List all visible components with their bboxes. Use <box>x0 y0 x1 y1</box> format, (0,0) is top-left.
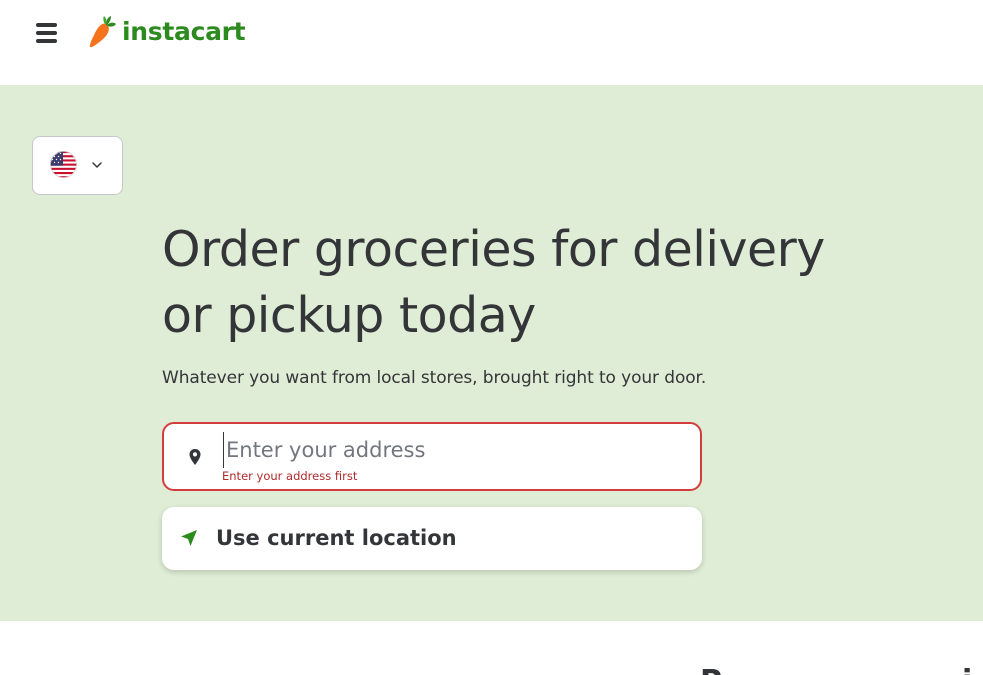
map-pin-icon <box>189 449 201 465</box>
page-headline: Order groceries for delivery or pickup t… <box>162 221 825 344</box>
us-flag-icon <box>50 151 77 178</box>
carrot-icon <box>89 16 116 48</box>
address-input[interactable] <box>223 432 683 468</box>
hero-section: Order groceries for delivery or pickup t… <box>0 85 983 621</box>
use-current-location-label: Use current location <box>216 526 457 550</box>
address-field[interactable]: Enter your address first <box>162 422 702 491</box>
country-selector-button[interactable] <box>32 136 123 195</box>
navigation-arrow-icon <box>181 530 197 546</box>
hamburger-menu-icon[interactable] <box>33 21 60 47</box>
logo-text: instacart <box>122 16 246 46</box>
instacart-logo[interactable]: instacart <box>86 14 246 50</box>
section-heading-peek: i <box>962 667 982 675</box>
section-heading-peek: P <box>700 667 730 675</box>
top-bar: instacart <box>0 0 983 85</box>
chevron-down-icon <box>92 162 102 168</box>
address-error-text: Enter your address first <box>222 469 358 483</box>
use-current-location-button[interactable]: Use current location <box>162 507 702 570</box>
hero-subtext: Whatever you want from local stores, bro… <box>162 368 707 388</box>
